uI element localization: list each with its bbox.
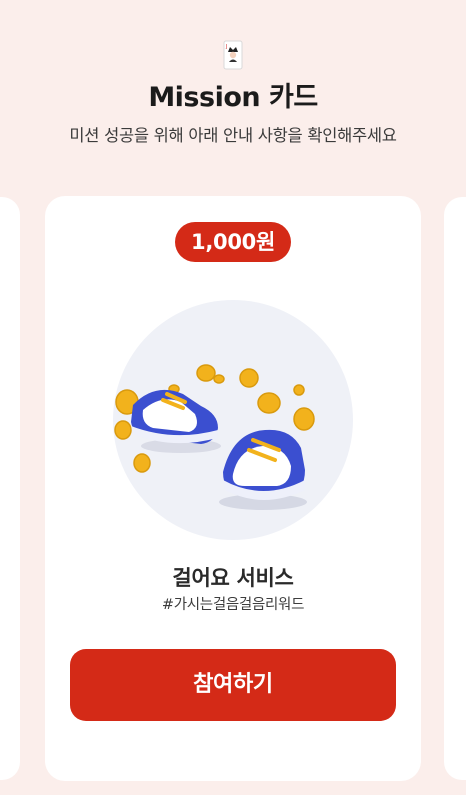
right-shoe-icon [219,429,307,510]
mission-card: 1,000원 걸어요 서비스 #가시는걸음걸음리워드 참여하기 [45,196,421,781]
svg-text:J: J [225,44,227,50]
next-card-peek[interactable] [444,197,466,780]
page-subtitle: 미션 성공을 위해 아래 안내 사항을 확인해주세요 [69,126,397,145]
mission-header: J Mission 카드 미션 성공을 위해 아래 안내 사항을 확인해주세요 [0,0,466,180]
joker-card-icon: J [223,40,243,70]
reward-badge: 1,000원 [175,222,291,262]
sneakers-icon [114,364,315,510]
sneakers-with-coins-illustration [113,300,353,540]
left-shoe-icon [131,389,221,453]
page-title: Mission 카드 [148,82,318,113]
join-button[interactable]: 참여하기 [70,649,396,721]
service-hashtag: #가시는걸음걸음리워드 [161,597,305,613]
service-name: 걸어요 서비스 [172,566,294,590]
previous-card-peek[interactable] [0,197,20,780]
